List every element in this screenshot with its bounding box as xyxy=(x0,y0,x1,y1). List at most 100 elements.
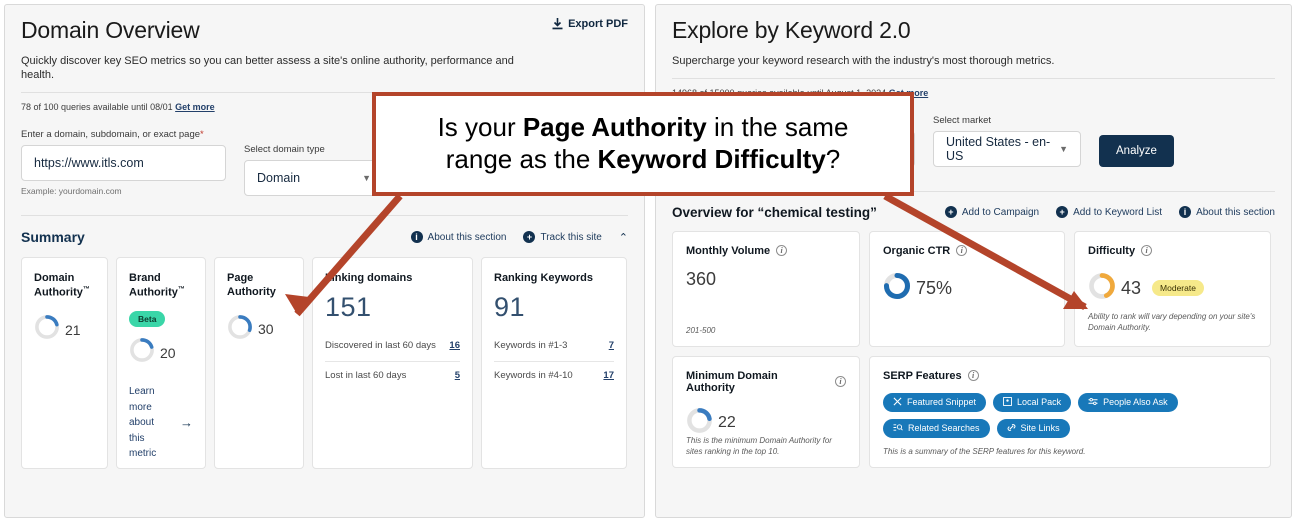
summary-header: Summary i About this section + Track thi… xyxy=(21,216,628,245)
chip-local-pack[interactable]: Local Pack xyxy=(993,392,1072,412)
stat-value[interactable]: 17 xyxy=(603,370,614,383)
donut-group: 20 xyxy=(129,337,193,368)
map-marker-box-icon xyxy=(1003,396,1012,408)
page-title: Explore by Keyword 2.0 xyxy=(672,17,911,43)
metric-value: 91 xyxy=(494,292,526,323)
add-to-keyword-list-button[interactable]: + Add to Keyword List xyxy=(1056,206,1163,219)
card-footnote: 201-500 xyxy=(686,326,716,336)
card-footnote: Ability to rank will vary depending on y… xyxy=(1088,312,1256,333)
card-title: Domain Authority™ xyxy=(34,272,90,300)
card-title: Difficulty i xyxy=(1088,245,1257,257)
callout-line1-pre: Is your xyxy=(437,112,523,143)
export-pdf-label: Export PDF xyxy=(568,18,628,30)
metric-value: 30 xyxy=(258,321,274,338)
domain-field-label: Enter a domain, subdomain, or exact page… xyxy=(21,129,204,141)
chevron-down-icon: ▼ xyxy=(1059,143,1068,154)
card-footnote: This is the minimum Domain Authority for… xyxy=(686,436,832,457)
stat-rows: Keywords in #1-3 7 Keywords in #4-10 17 xyxy=(494,332,614,391)
callout-line2-bold: Keyword Difficulty xyxy=(597,144,826,174)
domain-type-group: Select domain type Domain ▼ xyxy=(244,144,384,197)
card-footnote: This is a summary of the SERP features f… xyxy=(883,447,1086,457)
card-title: Linking domains xyxy=(325,272,413,285)
page-title: Domain Overview xyxy=(21,17,200,43)
card-difficulty: Difficulty i 43 Moderate Ability to rank… xyxy=(1074,230,1271,347)
domain-type-label: Select domain type xyxy=(244,144,325,156)
stat-label: Keywords in #1-3 xyxy=(494,340,568,352)
chip-label: Local Pack xyxy=(1017,397,1062,408)
card-organic-ctr: Organic CTR i 75% xyxy=(869,230,1065,347)
overview-actions: + Add to Campaign + Add to Keyword List … xyxy=(944,206,1275,219)
metric-value: 151 xyxy=(325,292,372,323)
stat-value[interactable]: 7 xyxy=(609,340,614,353)
donut-chart xyxy=(129,337,155,368)
info-icon[interactable]: i xyxy=(776,245,788,257)
card-title: Minimum Domain Authority i xyxy=(686,370,846,394)
analyze-button[interactable]: Analyze xyxy=(1099,134,1174,167)
add-to-keyword-list-label: Add to Keyword List xyxy=(1073,206,1163,218)
card-title: Brand Authority™ xyxy=(129,272,185,300)
callout-text: Is your Page Authority in the same range… xyxy=(438,112,849,175)
scissors-icon xyxy=(893,397,902,408)
search-list-icon xyxy=(893,423,903,434)
card-monthly-volume: Monthly Volume i 360 201-500 xyxy=(672,230,860,347)
difficulty-badge: Moderate xyxy=(1152,280,1204,297)
chip-label: Site Links xyxy=(1020,423,1060,434)
chip-featured-snippet[interactable]: Featured Snippet xyxy=(883,392,987,412)
card-linking-domains: Linking domains 151 Discovered in last 6… xyxy=(312,257,473,470)
domain-type-select[interactable]: Domain ▼ xyxy=(244,160,384,197)
summary-actions: i About this section + Track this site ⌃ xyxy=(410,231,628,244)
overview-header: Overview for “chemical testing” + Add to… xyxy=(672,192,1275,220)
market-select[interactable]: United States - en-US ▼ xyxy=(933,130,1081,167)
download-icon xyxy=(552,18,563,30)
stat-value[interactable]: 5 xyxy=(455,370,460,383)
plus-icon: + xyxy=(523,231,536,244)
learn-more-label: Learn more about this metric xyxy=(129,386,157,460)
domain-input-value: https://www.itls.com xyxy=(34,156,144,171)
chip-site-links[interactable]: Site Links xyxy=(996,418,1070,438)
info-icon[interactable]: i xyxy=(956,245,968,257)
track-this-site-button[interactable]: + Track this site xyxy=(523,231,602,244)
donut-group: 21 xyxy=(34,314,95,345)
donut-group: 43 Moderate xyxy=(1088,272,1257,305)
callout-line2-post: ? xyxy=(825,144,841,174)
chip-label: People Also Ask xyxy=(1103,397,1168,408)
metric-value: 21 xyxy=(65,321,81,338)
domain-overview-panel: Domain Overview Quickly discover key SEO… xyxy=(4,4,645,518)
card-title: SERP Features i xyxy=(883,370,1257,382)
donut-group: 75% xyxy=(883,272,1051,305)
get-more-link[interactable]: Get more xyxy=(175,102,215,112)
donut-chart xyxy=(883,272,911,305)
link-icon xyxy=(1007,423,1016,434)
required-asterisk: * xyxy=(200,129,204,141)
chip-related-searches[interactable]: Related Searches xyxy=(883,418,990,438)
sliders-icon xyxy=(1088,397,1098,408)
card-minimum-domain-authority: Minimum Domain Authority i 22 This is th… xyxy=(672,355,860,468)
stat-value[interactable]: 16 xyxy=(449,340,460,353)
info-icon[interactable]: i xyxy=(967,370,979,382)
card-serp-features: SERP Features i Featured Snippet Local P… xyxy=(869,355,1271,468)
learn-more-link[interactable]: Learn more about this metric → xyxy=(129,384,193,462)
donut-group: 22 xyxy=(686,407,846,439)
info-icon[interactable]: i xyxy=(835,376,846,388)
metric-value: 20 xyxy=(160,344,176,361)
info-icon: i xyxy=(410,231,423,244)
metric-value: 43 xyxy=(1121,277,1142,298)
donut-chart xyxy=(686,407,713,439)
track-this-site-label: Track this site xyxy=(540,231,602,243)
card-title: Monthly Volume i xyxy=(686,245,846,257)
domain-input[interactable]: https://www.itls.com xyxy=(21,145,226,182)
about-this-section-button[interactable]: i About this section xyxy=(410,231,507,244)
export-pdf-button[interactable]: Export PDF xyxy=(552,17,628,30)
about-this-section-button[interactable]: i About this section xyxy=(1179,206,1275,219)
card-page-authority: Page Authority 30 xyxy=(214,257,304,470)
add-to-campaign-button[interactable]: + Add to Campaign xyxy=(944,206,1039,219)
stat-row: Lost in last 60 days 5 xyxy=(325,361,460,391)
domain-input-hint: Example: yourdomain.com xyxy=(21,186,122,197)
summary-title: Summary xyxy=(21,229,85,246)
about-this-section-label: About this section xyxy=(427,231,507,243)
donut-chart xyxy=(1088,272,1116,305)
chip-people-also-ask[interactable]: People Also Ask xyxy=(1078,392,1178,412)
collapse-chevron-icon[interactable]: ⌃ xyxy=(619,231,628,244)
card-title: Organic CTR i xyxy=(883,245,1051,257)
info-icon[interactable]: i xyxy=(1141,245,1153,257)
